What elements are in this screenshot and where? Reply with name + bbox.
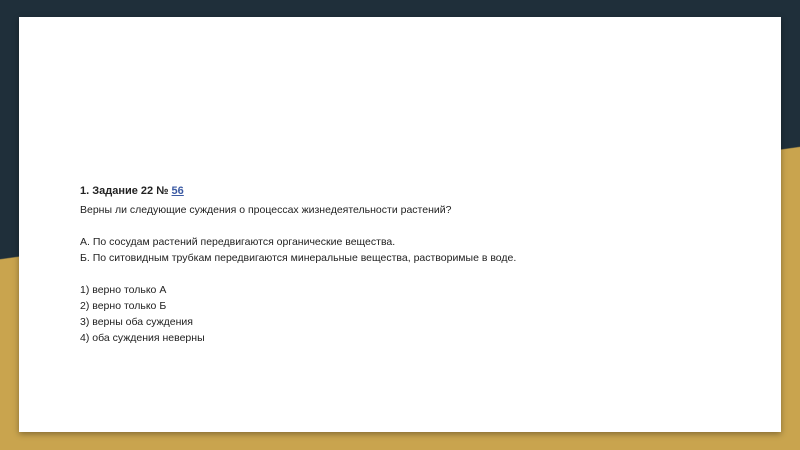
option-3: 3) верны оба суждения — [80, 316, 193, 328]
slide: 1. Задание 22 № 56 Верны ли следующие су… — [19, 17, 781, 432]
task-title: 1. Задание 22 № 56 — [80, 183, 760, 199]
statement-a: А. По сосудам растений передвигаются орг… — [80, 236, 396, 248]
statement-b: Б. По ситовидным трубкам передвигаются м… — [80, 252, 517, 264]
task-content: 1. Задание 22 № 56 Верны ли следующие су… — [80, 183, 760, 346]
option-1: 1) верно только А — [80, 284, 167, 296]
option-4: 4) оба суждения неверны — [80, 332, 205, 344]
task-number-link[interactable]: 56 — [172, 185, 184, 197]
task-title-prefix: 1. Задание 22 № — [80, 185, 169, 197]
option-2: 2) верно только Б — [80, 300, 167, 312]
question-text: Верны ли следующие суждения о процессах … — [80, 204, 452, 216]
